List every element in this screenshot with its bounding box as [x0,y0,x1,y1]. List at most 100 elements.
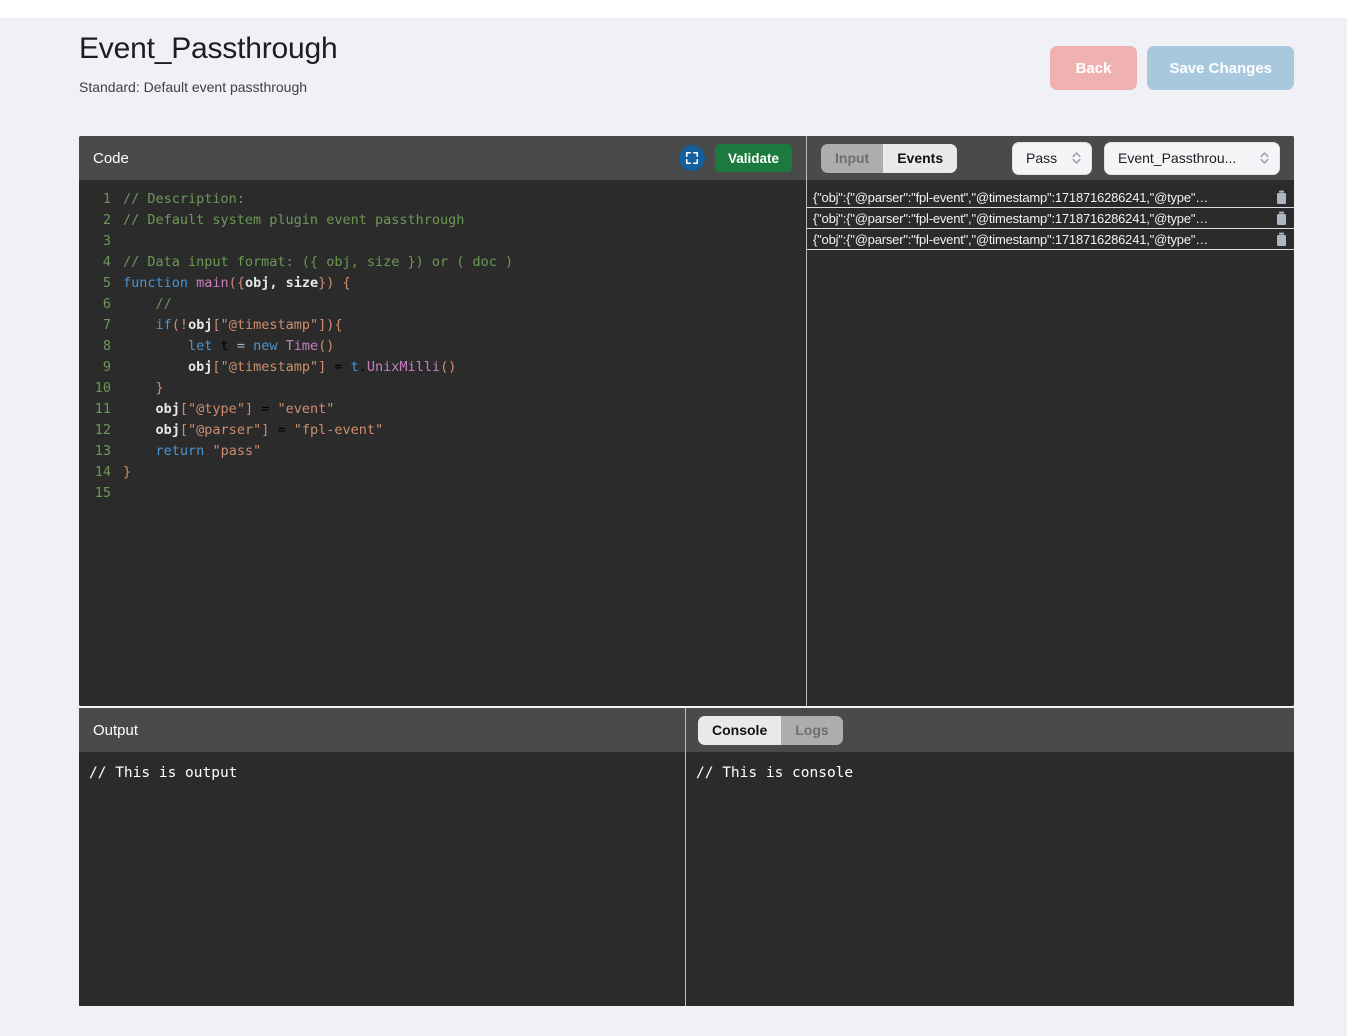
tab-input[interactable]: Input [821,143,884,173]
code-token: // Data input format: ({ obj, size }) or… [123,254,514,270]
code-token: // Description: [123,191,245,207]
code-token: main [196,275,229,291]
event-row-text: {"obj":{"@parser":"fpl-event","@timestam… [813,210,1209,226]
code-token: [ [212,317,221,333]
event-row[interactable]: {"obj":{"@parser":"fpl-event","@timestam… [807,229,1294,250]
event-row[interactable]: {"obj":{"@parser":"fpl-event","@timestam… [807,187,1294,208]
code-token: ] [244,401,254,417]
code-panel-title: Code [93,149,129,167]
code-token: // Default system plugin event passthrou… [123,212,465,228]
code-line: 13 return "pass" [79,441,806,462]
code-editor[interactable]: 1 // Description: 2 // Default system plugi… [79,180,806,706]
events-panel-selects: Pass Event_Passthrou... [1012,141,1280,175]
code-line: 3 [79,231,806,252]
event-row[interactable]: {"obj":{"@parser":"fpl-event","@timestam… [807,208,1294,229]
code-token: { [342,275,351,291]
trash-icon[interactable] [1275,211,1288,226]
code-line: 5 function main({obj, size}) { [79,273,806,294]
code-line-number: 6 [102,296,111,312]
code-line-number: 1 [102,191,111,207]
code-token: ! [179,317,189,333]
page-root: Event_Passthrough Standard: Default even… [0,0,1347,1036]
code-line-content: if(!obj["@timestamp"]){ [123,315,343,336]
code-token: obj [155,401,180,417]
code-token: t [350,359,359,375]
results-area: Output // This is output Console Logs // … [79,708,1294,1006]
code-token: } [155,380,164,396]
code-token: // [123,296,172,312]
code-line: 1 // Description: [79,189,806,210]
code-token: = [236,338,245,354]
code-token: "@type" [188,401,245,417]
console-panel-header: Console Logs [686,708,1294,752]
tab-events[interactable]: Events [883,143,958,173]
code-panel: Code Validate 1 // Description: 2 // Defaul… [79,136,807,706]
code-token: = [326,359,351,375]
code-line-content: let t = new Time() [123,336,334,357]
code-line-content: // Default system plugin event passthrou… [123,210,464,231]
code-line-content: obj["@parser"] = "fpl-event" [123,420,384,441]
code-token: "@parser" [188,422,262,438]
chevron-updown-icon [1259,150,1270,166]
status-select-value: Pass [1026,150,1058,166]
code-line: 6 // [79,294,806,315]
events-panel-header: Input Events Pass Event_Passthrou... [807,136,1294,180]
code-token: if [155,317,172,333]
code-line-content: function main({obj, size}) { [123,273,351,294]
code-line-number: 7 [102,317,111,333]
code-line-number: 13 [94,443,111,459]
code-token: obj [155,422,180,438]
trash-icon[interactable] [1275,232,1288,247]
code-token: let [188,338,213,354]
code-line: 9 obj["@timestamp"] = t.UnixMilli() [79,357,806,378]
input-events-tabs: Input Events [821,143,958,173]
code-line: 4 // Data input format: ({ obj, size }) o… [79,252,806,273]
code-panel-actions: Validate [678,144,792,172]
code-line-number: 2 [102,212,111,228]
code-token: Time [285,338,319,354]
chevron-updown-icon [1071,150,1082,166]
code-token: } [123,464,132,480]
output-content: // This is output [79,752,685,1006]
code-token: ( [171,317,180,333]
code-line-number: 8 [102,338,111,354]
editor-area: Code Validate 1 // Description: 2 // Defaul… [79,136,1294,706]
code-line-number: 9 [102,359,111,375]
status-select[interactable]: Pass [1012,141,1092,175]
back-button[interactable]: Back [1049,46,1138,90]
code-line: 15 [79,483,806,504]
code-token: { [334,317,343,333]
save-changes-button[interactable]: Save Changes [1147,46,1294,90]
code-line: 14} [79,462,806,483]
console-logs-tabs: Console Logs [698,715,843,745]
event-row-text: {"obj":{"@parser":"fpl-event","@timestam… [813,231,1209,247]
code-token: [ [212,359,221,375]
code-line-number: 3 [102,233,111,249]
fullscreen-expand-icon[interactable] [678,145,705,171]
code-token: () [318,338,335,354]
code-line-number: 15 [94,485,111,501]
code-token: "@timestamp" [220,317,319,333]
code-token: return [155,443,205,459]
code-line-number: 14 [94,464,111,480]
trash-icon[interactable] [1275,190,1288,205]
plugin-name-select[interactable]: Event_Passthrou... [1104,141,1280,175]
code-token: new [253,338,278,354]
validate-button[interactable]: Validate [714,144,792,172]
code-line-content: return "pass" [123,441,262,462]
tab-console[interactable]: Console [698,715,782,745]
console-content: // This is console [686,752,1294,1006]
plugin-name-select-value: Event_Passthrou... [1118,150,1237,166]
tab-logs[interactable]: Logs [781,715,843,745]
code-token: obj, size [244,275,319,291]
code-line-number: 4 [102,254,111,270]
code-line-number: 5 [102,275,111,291]
code-token: "event" [277,401,335,417]
page-header: Event_Passthrough Standard: Default even… [79,30,1294,120]
code-line-number: 12 [94,422,111,438]
